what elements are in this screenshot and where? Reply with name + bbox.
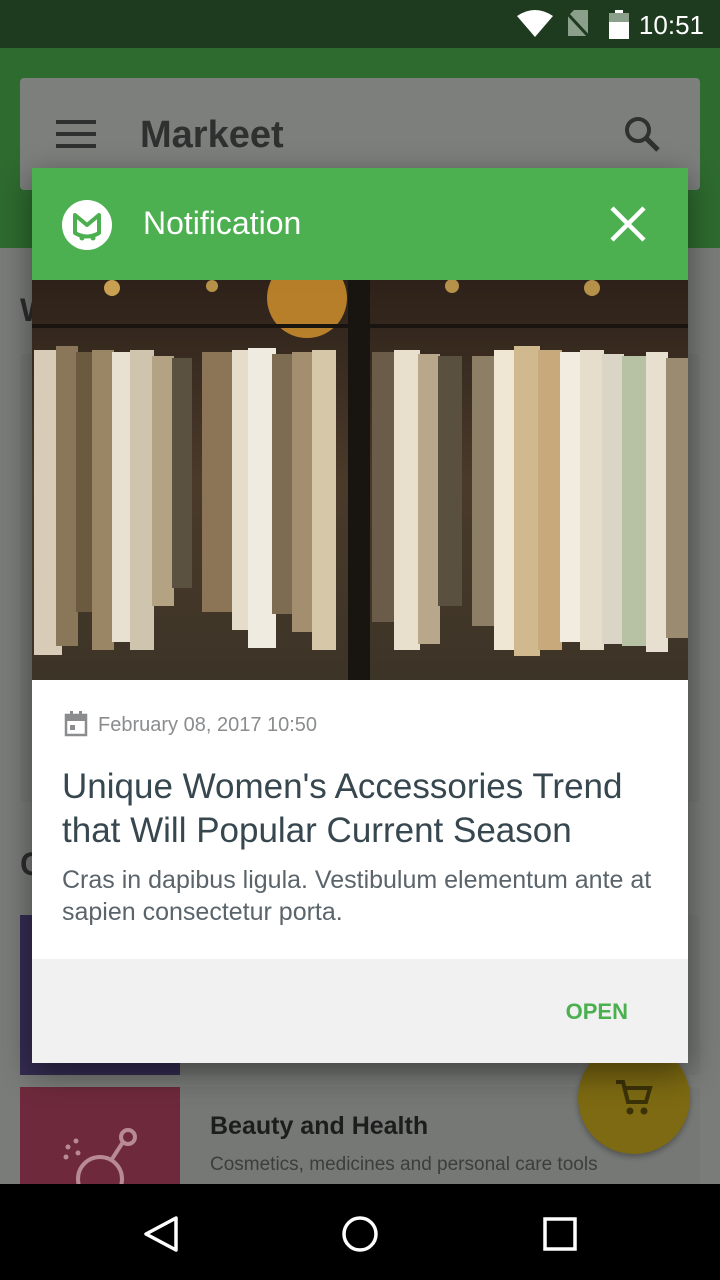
dialog-header: Notification <box>32 168 688 280</box>
category-subtitle: Cosmetics, medicines and personal care t… <box>210 1154 598 1175</box>
dialog-title: Notification <box>143 205 302 241</box>
open-button[interactable]: OPEN <box>566 999 628 1025</box>
notification-heading: Unique Women's Accessories Trend that Wi… <box>62 767 623 850</box>
menu-icon[interactable] <box>56 120 96 148</box>
status-bar: 10:51 <box>0 0 720 48</box>
battery-icon <box>609 10 629 39</box>
notification-image <box>32 280 688 680</box>
notification-date: February 08, 2017 10:50 <box>98 714 318 736</box>
status-time: 10:51 <box>638 10 704 40</box>
no-sim-icon <box>566 10 590 38</box>
app-logo-icon <box>62 200 112 250</box>
category-title: Beauty and Health <box>210 1112 429 1140</box>
app-title: Markeet <box>140 114 284 156</box>
notification-body: Cras in dapibus ligula. Vestibulum eleme… <box>62 866 652 926</box>
back-icon[interactable] <box>142 1214 180 1254</box>
home-icon[interactable] <box>341 1214 379 1254</box>
notification-dialog: Notification February 08, 2017 10:50 Uni… <box>32 168 688 1063</box>
close-icon[interactable] <box>608 204 648 244</box>
navigation-bar <box>0 1184 720 1280</box>
search-icon[interactable] <box>624 116 660 152</box>
cart-icon <box>616 1080 653 1115</box>
recents-icon[interactable] <box>542 1214 578 1254</box>
calendar-icon <box>64 711 88 737</box>
dialog-actions: OPEN <box>32 959 688 1063</box>
wifi-icon <box>517 10 553 37</box>
